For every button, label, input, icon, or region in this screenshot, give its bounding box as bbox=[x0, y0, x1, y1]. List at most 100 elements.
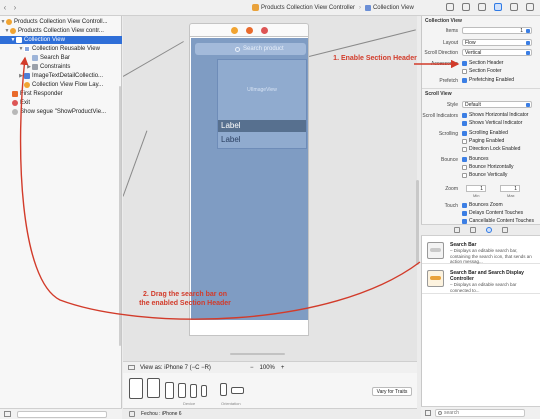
zoom-in-button[interactable]: + bbox=[281, 365, 285, 371]
hide-debug-area-icon[interactable] bbox=[129, 411, 135, 417]
view-controller-icon[interactable] bbox=[230, 26, 238, 34]
status-text: Fechou : iPhone 6 bbox=[141, 411, 182, 417]
search-bar[interactable]: Search product bbox=[195, 43, 306, 55]
prefetching-checkbox[interactable]: Prefetching Enabled bbox=[462, 77, 514, 83]
first-responder-icon[interactable] bbox=[245, 26, 253, 34]
stepper-icon[interactable] bbox=[526, 29, 530, 33]
outline-row-reusable-view[interactable]: ▼ Collection Reusable View bbox=[0, 45, 122, 53]
outline-row-view-controller[interactable]: ▼ Products Collection View contr... bbox=[0, 27, 122, 35]
help-inspector-icon[interactable] bbox=[462, 3, 470, 11]
outline-filter-field[interactable] bbox=[17, 410, 107, 418]
outline-row-label: Exit bbox=[20, 100, 31, 106]
outline-row-search-bar[interactable]: Search Bar bbox=[0, 54, 122, 62]
outline-row-cell[interactable]: ▶ ImageTextDetailCollectio... bbox=[0, 72, 122, 80]
bounces-zoom-checkbox[interactable]: Bounces Zoom bbox=[462, 202, 503, 208]
checkbox-unchecked-icon[interactable] bbox=[462, 164, 467, 170]
section-header-checkbox[interactable]: Section Header bbox=[462, 60, 503, 66]
paging-enabled-label: Paging Enabled bbox=[469, 138, 505, 144]
breadcrumb-item-collection-view[interactable]: Collection View bbox=[373, 5, 414, 11]
scroll-direction-popup[interactable]: Vertical bbox=[462, 49, 532, 56]
outline-row-scene[interactable]: ▼ Products Collection View Controll... bbox=[0, 18, 122, 26]
checkbox-unchecked-icon[interactable] bbox=[462, 138, 467, 144]
outline-scrollbar[interactable] bbox=[119, 86, 121, 346]
attributes-inspector-icon[interactable] bbox=[494, 3, 502, 11]
storyboard-canvas[interactable]: Search product UIImageView Label Label bbox=[123, 16, 417, 361]
cell-label[interactable]: Label bbox=[218, 132, 306, 148]
items-stepper[interactable]: 1 bbox=[462, 27, 532, 34]
vary-for-traits-button[interactable]: Vary for Traits bbox=[372, 387, 412, 396]
section-footer-checkbox[interactable]: Section Footer bbox=[462, 68, 502, 74]
checkbox-checked-icon[interactable] bbox=[462, 120, 467, 126]
iphone-se-device-icon[interactable] bbox=[190, 384, 197, 398]
checkbox-checked-icon[interactable] bbox=[462, 77, 467, 83]
checkbox-checked-icon[interactable] bbox=[462, 202, 467, 208]
delays-content-touches-checkbox[interactable]: Delays Content Touches bbox=[462, 210, 523, 216]
code-snippet-library-icon[interactable] bbox=[469, 227, 476, 233]
identity-inspector-icon[interactable] bbox=[478, 3, 486, 11]
landscape-orientation-icon[interactable] bbox=[231, 387, 244, 394]
checkbox-unchecked-icon[interactable] bbox=[462, 146, 467, 152]
style-popup[interactable]: Default bbox=[462, 101, 532, 108]
zoom-out-button[interactable]: − bbox=[250, 365, 254, 371]
library-item-search-bar[interactable]: Search Bar – Displays an editable search… bbox=[422, 238, 540, 264]
layout-popup[interactable]: Flow bbox=[462, 39, 532, 46]
forward-arrow-icon[interactable]: › bbox=[10, 3, 20, 12]
checkbox-checked-icon[interactable] bbox=[462, 60, 467, 66]
file-inspector-icon[interactable] bbox=[446, 3, 454, 11]
connections-inspector-icon[interactable] bbox=[526, 3, 534, 11]
sidebar-toggle-icon[interactable] bbox=[128, 365, 135, 370]
iphone-plus-device-icon[interactable] bbox=[165, 382, 174, 399]
file-template-library-icon[interactable] bbox=[453, 227, 460, 233]
grid-view-icon[interactable] bbox=[425, 410, 431, 416]
image-view[interactable]: UIImageView bbox=[218, 60, 306, 120]
outline-row-flow-layout[interactable]: Collection View Flow Lay... bbox=[0, 81, 122, 89]
portrait-orientation-icon[interactable] bbox=[220, 383, 227, 396]
sidebar-toggle-icon[interactable] bbox=[4, 411, 11, 417]
object-library-icon[interactable] bbox=[485, 227, 492, 233]
collection-view-icon bbox=[16, 37, 22, 43]
view-as-label[interactable]: View as: iPhone 7 (−C −R) bbox=[140, 365, 211, 371]
direction-lock-checkbox[interactable]: Direction Lock Enabled bbox=[462, 146, 520, 152]
library-item-search-display-controller[interactable]: Search Bar and Search Display Controller… bbox=[422, 266, 540, 294]
canvas-vertical-scrollbar[interactable] bbox=[416, 180, 419, 265]
breadcrumb-item-controller[interactable]: Products Collection View Controller bbox=[261, 5, 355, 11]
search-placeholder: Search product bbox=[243, 46, 284, 52]
checkbox-unchecked-icon[interactable] bbox=[462, 68, 467, 74]
shows-horizontal-label: Shows Horizontal Indicator bbox=[469, 112, 529, 118]
max-zoom-field[interactable]: 1 bbox=[500, 185, 520, 192]
media-library-icon[interactable] bbox=[501, 227, 508, 233]
collection-cell[interactable]: UIImageView Label Label bbox=[217, 59, 307, 149]
min-zoom-field[interactable]: 1 bbox=[466, 185, 486, 192]
library-search-input[interactable]: search bbox=[435, 409, 525, 417]
canvas-horizontal-scrollbar[interactable] bbox=[230, 353, 285, 355]
scrolling-enabled-checkbox[interactable]: Scrolling Enabled bbox=[462, 130, 508, 136]
iphone-4s-device-icon[interactable] bbox=[201, 385, 207, 397]
size-inspector-icon[interactable] bbox=[510, 3, 518, 11]
checkbox-checked-icon[interactable] bbox=[462, 112, 467, 118]
checkbox-checked-icon[interactable] bbox=[462, 130, 467, 136]
shows-vertical-checkbox[interactable]: Shows Vertical Indicator bbox=[462, 120, 522, 126]
bounces-checkbox[interactable]: Bounces bbox=[462, 156, 488, 162]
checkbox-checked-icon[interactable] bbox=[462, 210, 467, 216]
bounce-vertically-checkbox[interactable]: Bounce Vertically bbox=[462, 172, 507, 178]
outline-row-constraints[interactable]: ▶ Constraints bbox=[0, 63, 122, 71]
cell-label-selected[interactable]: Label bbox=[218, 120, 306, 132]
checkbox-checked-icon[interactable] bbox=[462, 218, 467, 224]
exit-icon[interactable] bbox=[260, 26, 268, 34]
bounce-horizontally-checkbox[interactable]: Bounce Horizontally bbox=[462, 164, 513, 170]
ipad-pro-device-icon[interactable] bbox=[129, 378, 143, 399]
ipad-device-icon[interactable] bbox=[147, 378, 160, 398]
collection-view-icon bbox=[364, 4, 371, 11]
checkbox-checked-icon[interactable] bbox=[462, 156, 467, 162]
back-arrow-icon[interactable]: ‹ bbox=[0, 3, 10, 12]
collection-view[interactable]: Search product UIImageView Label Label bbox=[191, 38, 308, 320]
outline-row-exit[interactable]: Exit bbox=[0, 99, 122, 107]
iphone-7-device-icon[interactable] bbox=[178, 383, 186, 398]
popup-arrow-icon bbox=[526, 103, 530, 107]
shows-horizontal-checkbox[interactable]: Shows Horizontal Indicator bbox=[462, 112, 528, 118]
paging-enabled-checkbox[interactable]: Paging Enabled bbox=[462, 138, 504, 144]
outline-row-first-responder[interactable]: First Responder bbox=[0, 90, 122, 98]
checkbox-unchecked-icon[interactable] bbox=[462, 172, 467, 178]
outline-row-segue[interactable]: Show segue "ShowProductVie... bbox=[0, 108, 122, 116]
outline-row-collection-view[interactable]: ▼ Collection View bbox=[0, 36, 122, 44]
